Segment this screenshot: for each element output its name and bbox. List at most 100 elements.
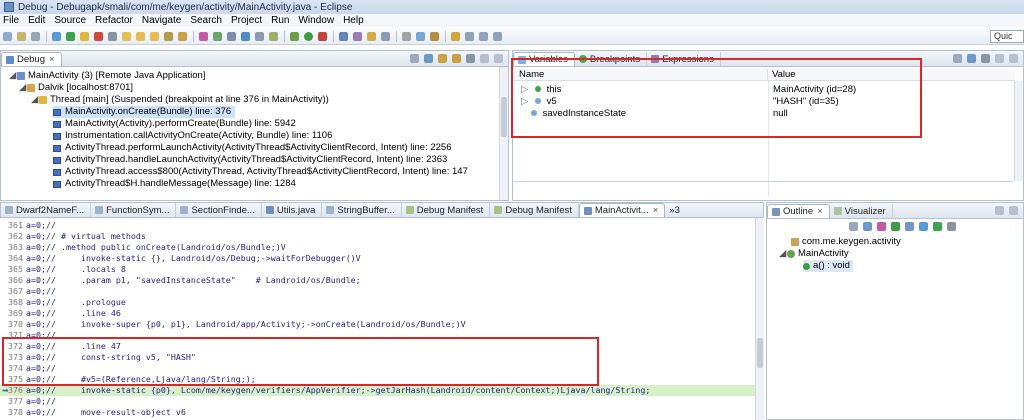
run-icon[interactable]: [304, 31, 313, 41]
more-tabs-button[interactable]: »3: [665, 203, 686, 217]
editor-tab[interactable]: SectionFinde...: [176, 203, 262, 217]
step-into-view-icon[interactable]: [438, 54, 447, 63]
debug-icon[interactable]: [290, 31, 299, 41]
variable-row-v5[interactable]: ▷ v5: [521, 96, 557, 108]
maximize-icon[interactable]: [494, 54, 503, 63]
stack-frame-row[interactable]: MainActivity(Activity).performCreate(Bun…: [53, 118, 296, 130]
editor-scrollbar[interactable]: [755, 218, 764, 420]
avd-manager-icon[interactable]: [227, 31, 236, 41]
minimize-icon[interactable]: [995, 54, 1004, 63]
outline-item-package[interactable]: com.me.keygen.activity: [791, 236, 901, 248]
code-line[interactable]: 364 a=0;// invoke-static {}, Landroid/os/…: [0, 253, 756, 264]
code-line[interactable]: 371 a=0;//: [0, 330, 756, 341]
menu-file[interactable]: File: [3, 15, 19, 26]
step-over-icon[interactable]: [136, 31, 145, 41]
menu-search[interactable]: Search: [190, 15, 222, 26]
column-header-name[interactable]: Name: [513, 69, 768, 81]
suspend-icon[interactable]: [80, 31, 89, 41]
step-return-icon[interactable]: [150, 31, 159, 41]
step-over-view-icon[interactable]: [452, 54, 461, 63]
show-type-names-icon[interactable]: [953, 54, 962, 63]
stack-frame-row[interactable]: Instrumentation.callActivityOnCreate(Act…: [53, 130, 332, 142]
collapse-all-icon[interactable]: [424, 54, 433, 63]
tree-expander-icon[interactable]: ◢: [19, 82, 27, 94]
disconnect-icon[interactable]: [108, 31, 117, 41]
menu-help[interactable]: Help: [343, 15, 364, 26]
print-icon[interactable]: [31, 31, 40, 41]
editor-tab[interactable]: FunctionSym...: [91, 203, 177, 217]
editor-tab[interactable]: Debug Manifest: [490, 203, 579, 217]
minimize-icon[interactable]: [995, 206, 1004, 215]
sort-icon[interactable]: [849, 222, 858, 231]
code-editor[interactable]: 361 a=0;// 362 a=0;// # virtual methods 36…: [0, 218, 764, 420]
skip-breakpoints-icon[interactable]: [52, 31, 61, 41]
back-icon[interactable]: [479, 31, 488, 41]
tree-expander-icon[interactable]: ◢: [9, 70, 17, 82]
variable-row-savedinstancestate[interactable]: savedInstanceState: [531, 108, 626, 120]
menu-run[interactable]: Run: [271, 15, 289, 26]
toggle-mark-icon[interactable]: [402, 31, 411, 41]
search-icon[interactable]: [381, 31, 390, 41]
outline-item-class[interactable]: ◢ MainActivity: [779, 248, 849, 260]
outline-item-method[interactable]: a() : void: [803, 260, 853, 272]
tab-expressions[interactable]: Expressions: [647, 52, 721, 66]
toggle-block-icon[interactable]: [416, 31, 425, 41]
hide-non-public-icon[interactable]: [891, 222, 900, 231]
new-java-class-icon[interactable]: [269, 31, 278, 41]
code-line[interactable]: 363 a=0;// .method public onCreate(Landro…: [0, 242, 756, 253]
menu-refactor[interactable]: Refactor: [95, 15, 133, 26]
close-icon[interactable]: ×: [49, 53, 55, 66]
drop-to-frame-icon[interactable]: [164, 31, 173, 41]
code-line[interactable]: 367 a=0;//: [0, 286, 756, 297]
tab-visualizer[interactable]: Visualizer: [830, 204, 893, 218]
code-line[interactable]: 373 a=0;// const-string v5, "HASH": [0, 352, 756, 363]
variables-scrollbar[interactable]: [1014, 81, 1023, 181]
scrollbar-thumb[interactable]: [757, 338, 763, 368]
tree-item-launch[interactable]: ◢ MainActivity (3) [Remote Java Applicat…: [9, 70, 205, 82]
new-icon[interactable]: [3, 31, 12, 41]
code-line[interactable]: 361 a=0;//: [0, 220, 756, 231]
tab-variables[interactable]: Variables: [513, 52, 575, 66]
code-line[interactable]: 374 a=0;//: [0, 363, 756, 374]
editor-tab[interactable]: StringBuffer...: [322, 203, 402, 217]
code-line-current[interactable]: 376 a=0;// invoke-static {p0}, Lcom/me/ke…: [0, 385, 756, 396]
collapse-all-icon[interactable]: [967, 54, 976, 63]
open-perspective-icon[interactable]: [199, 31, 208, 41]
annotation-icon[interactable]: [430, 31, 439, 41]
lint-icon[interactable]: [241, 31, 250, 41]
code-line[interactable]: 378 a=0;// move-result-object v6: [0, 407, 756, 418]
new-android-project-icon[interactable]: [255, 31, 264, 41]
tab-outline[interactable]: Outline ×: [767, 204, 830, 218]
detail-pane-divider[interactable]: [513, 181, 1013, 182]
code-line[interactable]: 368 a=0;// .prologue: [0, 297, 756, 308]
step-filters-icon[interactable]: [178, 31, 187, 41]
link-with-editor-icon[interactable]: [919, 222, 928, 231]
code-line[interactable]: 370 a=0;// invoke-super {p0, p1}, Landroi…: [0, 319, 756, 330]
tab-debug[interactable]: Debug ×: [1, 52, 62, 66]
forward-icon[interactable]: [493, 31, 502, 41]
code-line[interactable]: 377 a=0;//: [0, 396, 756, 407]
android-sdk-icon[interactable]: [213, 31, 222, 41]
menu-edit[interactable]: Edit: [28, 15, 45, 26]
editor-tab[interactable]: Dwarf2NameF...: [1, 203, 92, 217]
view-menu-icon[interactable]: [466, 54, 475, 63]
view-toolbar-icon[interactable]: [410, 54, 419, 63]
tree-item-vm[interactable]: ◢ Dalvik [localhost:8701]: [19, 82, 133, 94]
scrollbar-thumb[interactable]: [501, 97, 507, 137]
menu-source[interactable]: Source: [54, 15, 86, 26]
stack-frame-row[interactable]: ActivityThread.handleLaunchActivity(Acti…: [53, 154, 447, 166]
menu-navigate[interactable]: Navigate: [142, 15, 181, 26]
save-icon[interactable]: [17, 31, 26, 41]
open-task-icon[interactable]: [367, 31, 376, 41]
prev-annotation-icon[interactable]: [465, 31, 474, 41]
quick-access-field[interactable]: Quic: [990, 30, 1024, 43]
step-into-icon[interactable]: [122, 31, 131, 41]
editor-tab[interactable]: Debug Manifest: [402, 203, 491, 217]
hide-local-types-icon[interactable]: [905, 222, 914, 231]
variable-row-this[interactable]: ▷ this: [521, 84, 561, 96]
code-line[interactable]: 365 a=0;// .locals 8: [0, 264, 756, 275]
terminate-icon[interactable]: [94, 31, 103, 41]
hide-fields-icon[interactable]: [863, 222, 872, 231]
tab-breakpoints[interactable]: Breakpoints: [575, 52, 648, 66]
maximize-icon[interactable]: [1009, 206, 1018, 215]
